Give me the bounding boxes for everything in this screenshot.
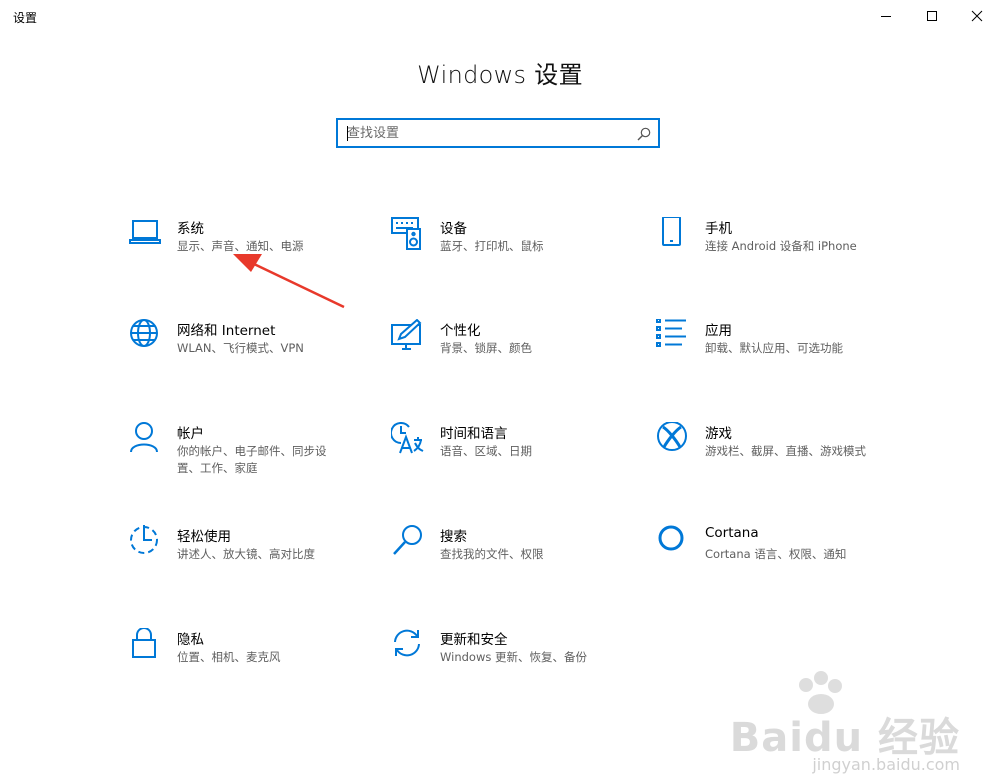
tile-personalization[interactable]: 个性化 背景、锁屏、颜色 — [391, 319, 651, 399]
tile-description: 你的帐户、电子邮件、同步设置、工作、家庭 — [177, 444, 327, 475]
magnifier-icon — [391, 525, 425, 559]
tile-label: 应用 — [705, 323, 732, 339]
lock-icon — [128, 628, 162, 662]
tile-label: 游戏 — [705, 426, 732, 442]
tile-accounts[interactable]: 帐户 你的帐户、电子邮件、同步设置、工作、家庭 — [128, 422, 388, 502]
page-title: Windows 设置 — [417, 61, 583, 89]
tile-system[interactable]: 系统 显示、声音、通知、电源 — [128, 217, 388, 297]
tile-search[interactable]: 搜索 查找我的文件、权限 — [391, 525, 651, 605]
tile-label: Cortana — [705, 525, 759, 541]
globe-icon — [128, 319, 162, 353]
tile-ease-of-access[interactable]: 轻松使用 讲述人、放大镜、高对比度 — [128, 525, 388, 605]
xbox-icon — [656, 422, 690, 456]
tile-privacy[interactable]: 隐私 位置、相机、麦克风 — [128, 628, 388, 708]
minimize-button[interactable] — [863, 0, 909, 32]
tile-description: 查找我的文件、权限 — [440, 547, 544, 561]
ease-of-access-icon — [128, 525, 162, 559]
tile-label: 手机 — [705, 221, 732, 237]
refresh-icon — [391, 628, 425, 662]
person-icon — [128, 422, 162, 456]
tile-network[interactable]: 网络和 Internet WLAN、飞行模式、VPN — [128, 319, 388, 399]
text-caret — [347, 126, 348, 141]
close-icon — [971, 10, 983, 22]
search-icon[interactable] — [637, 126, 651, 145]
tile-label: 搜索 — [440, 529, 467, 545]
tile-description: 语音、区域、日期 — [440, 444, 532, 458]
tile-label: 个性化 — [440, 323, 481, 339]
tile-description: 位置、相机、麦克风 — [177, 650, 281, 664]
tile-label: 时间和语言 — [440, 426, 508, 442]
tile-cortana[interactable]: Cortana Cortana 语言、权限、通知 — [656, 525, 916, 605]
tile-update-security[interactable]: 更新和安全 Windows 更新、恢复、备份 — [391, 628, 651, 708]
cortana-circle-icon — [656, 525, 690, 559]
tile-gaming[interactable]: 游戏 游戏栏、截屏、直播、游戏模式 — [656, 422, 916, 502]
baidu-paw-icon — [798, 671, 842, 714]
close-button[interactable] — [954, 0, 1000, 32]
maximize-icon — [927, 11, 937, 21]
tile-time-language[interactable]: 时间和语言 语音、区域、日期 — [391, 422, 651, 502]
tile-description: 卸载、默认应用、可选功能 — [705, 341, 843, 355]
search-box[interactable] — [336, 118, 660, 148]
tile-description: 背景、锁屏、颜色 — [440, 341, 532, 355]
tile-description: 游戏栏、截屏、直播、游戏模式 — [705, 444, 866, 458]
tile-label: 系统 — [177, 221, 204, 237]
search-input[interactable] — [347, 122, 627, 144]
phone-icon — [656, 217, 690, 251]
laptop-icon — [128, 217, 162, 251]
title-bar: 设置 — [0, 0, 1000, 32]
tile-description: 讲述人、放大镜、高对比度 — [177, 547, 315, 561]
maximize-button[interactable] — [909, 0, 955, 32]
tile-description: 显示、声音、通知、电源 — [177, 239, 304, 253]
tile-label: 网络和 Internet — [177, 323, 276, 339]
tile-description: Cortana 语言、权限、通知 — [705, 547, 847, 561]
window-title: 设置 — [13, 11, 38, 25]
tile-apps[interactable]: 应用 卸载、默认应用、可选功能 — [656, 319, 916, 399]
minimize-icon — [881, 16, 891, 17]
keyboard-speaker-icon — [391, 217, 425, 251]
tile-description: 蓝牙、打印机、鼠标 — [440, 239, 544, 253]
tile-label: 帐户 — [177, 426, 204, 442]
tile-phone[interactable]: 手机 连接 Android 设备和 iPhone — [656, 217, 916, 297]
tile-label: 设备 — [440, 221, 467, 237]
tile-description: WLAN、飞行模式、VPN — [177, 341, 304, 355]
monitor-pen-icon — [391, 319, 425, 353]
tile-devices[interactable]: 设备 蓝牙、打印机、鼠标 — [391, 217, 651, 297]
tile-description: 连接 Android 设备和 iPhone — [705, 239, 857, 253]
watermark: Baidu 经验 jingyan.baidu.com — [730, 671, 960, 774]
tile-label: 更新和安全 — [440, 632, 508, 648]
clock-language-icon — [391, 422, 425, 456]
tile-description: Windows 更新、恢复、备份 — [440, 650, 587, 664]
list-icon — [656, 319, 690, 353]
watermark-url: jingyan.baidu.com — [812, 755, 960, 774]
tile-label: 隐私 — [177, 632, 204, 648]
tile-label: 轻松使用 — [177, 529, 231, 545]
